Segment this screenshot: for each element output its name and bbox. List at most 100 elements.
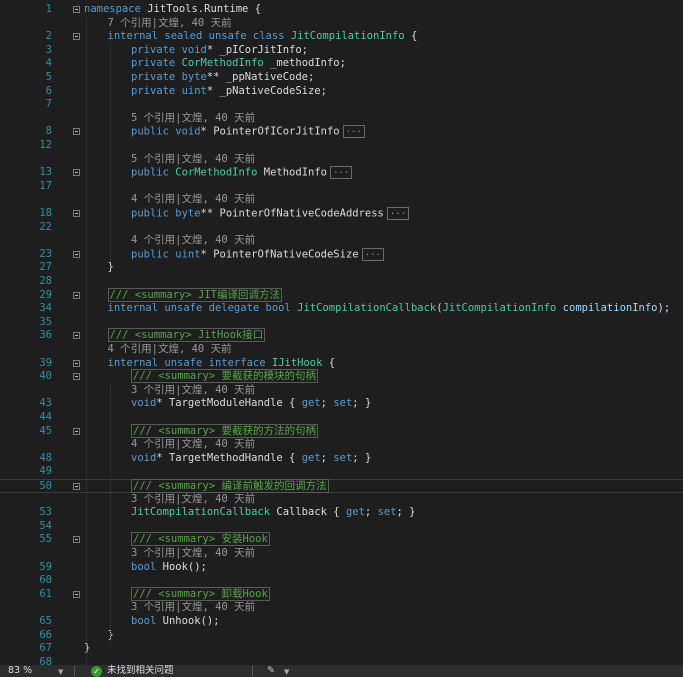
code-token: compilationInfo	[556, 302, 658, 315]
fold-toggle-icon[interactable]	[73, 6, 80, 13]
fold-toggle-icon[interactable]	[73, 373, 80, 381]
collapsed-region-button[interactable]: ...	[330, 166, 353, 180]
fold-toggle-icon[interactable]	[73, 483, 80, 490]
fold-toggle-icon[interactable]	[73, 332, 80, 340]
collapsed-doc-comment[interactable]: /// <summary> JitHook接口	[107, 328, 266, 343]
fold-toggle-icon[interactable]	[73, 128, 80, 136]
codelens-text[interactable]: 4 个引用|文煌, 40 天前	[131, 438, 255, 452]
codelens-row[interactable]: 3 个引用|文煌, 40 天前	[0, 493, 683, 507]
code-token: bool	[131, 615, 157, 627]
code-token: internal sealed unsafe class	[107, 30, 291, 43]
codelens-text[interactable]: 4 个引用|文煌, 40 天前	[131, 234, 255, 248]
codelens-row[interactable]: 7 个引用|文煌, 40 天前	[0, 17, 683, 31]
codelens-text[interactable]: 4 个引用|文煌, 40 天前	[131, 193, 255, 207]
codelens-row[interactable]: 4 个引用|文煌, 40 天前	[0, 438, 683, 452]
code-line[interactable]: 18 public byte** PointerOfNativeCodeAddre…	[0, 207, 683, 221]
fold-toggle-icon[interactable]	[73, 427, 80, 435]
code-line[interactable]: 2 internal sealed unsafe class JitCompila…	[0, 30, 683, 44]
collapsed-doc-comment[interactable]: /// <summary> 卸载Hook	[131, 586, 270, 601]
code-line[interactable]: 3 private void* _pICorJitInfo;	[0, 44, 683, 58]
fold-toggle-icon[interactable]	[73, 210, 80, 217]
fold-toggle-icon[interactable]	[73, 33, 80, 41]
codelens-text[interactable]: 5 个引用|文煌, 40 天前	[131, 112, 255, 126]
code-text: }	[108, 629, 114, 643]
code-line[interactable]: 60	[0, 574, 683, 588]
code-line[interactable]: 61 /// <summary> 卸载Hook	[0, 586, 683, 602]
code-line[interactable]: 49	[0, 465, 683, 479]
code-token: ** _ppNativeCode;	[206, 71, 315, 83]
code-line[interactable]: 7	[0, 98, 683, 112]
issues-status[interactable]: 未找到相关问题	[107, 665, 174, 677]
codelens-row[interactable]: 4 个引用|文煌, 40 天前	[0, 234, 683, 248]
code-line[interactable]: 13 public CorMethodInfo MethodInfo...	[0, 166, 683, 180]
code-line[interactable]: 12	[0, 139, 683, 153]
code-line[interactable]: 65 bool Unhook();	[0, 615, 683, 629]
code-cleanup-brush-icon[interactable]: ✎	[267, 665, 275, 676]
collapsed-doc-comment[interactable]: /// <summary> JIT编译回调方法	[107, 287, 282, 302]
code-line[interactable]: 68	[0, 656, 683, 665]
code-line[interactable]: 48 void* TargetMethodHandle { get; set; }	[0, 452, 683, 466]
code-line[interactable]: 5 private byte** _ppNativeCode;	[0, 71, 683, 85]
code-text: internal unsafe interface IJitHook {	[108, 357, 336, 371]
codelens-row[interactable]: 4 个引用|文煌, 40 天前	[0, 193, 683, 207]
codelens-text[interactable]: 3 个引用|文煌, 40 天前	[131, 601, 255, 615]
fold-toggle-icon[interactable]	[73, 359, 80, 367]
code-text: }	[84, 642, 90, 656]
fold-toggle-icon[interactable]	[73, 536, 80, 544]
zoom-dropdown-icon[interactable]: ▼	[58, 668, 63, 676]
code-line[interactable]: 8 public void* PointerOfICorJitInfo...	[0, 125, 683, 139]
codelens-text[interactable]: 3 个引用|文煌, 40 天前	[131, 547, 255, 561]
collapsed-doc-comment[interactable]: /// <summary> 安装Hook	[131, 532, 270, 547]
collapsed-region-button[interactable]: ...	[386, 207, 410, 220]
codelens-text[interactable]: 3 个引用|文煌, 40 天前	[131, 493, 255, 507]
code-line[interactable]: 17	[0, 180, 683, 194]
codelens-row[interactable]: 4 个引用|文煌, 40 天前	[0, 343, 683, 357]
codelens-row[interactable]: 3 个引用|文煌, 40 天前	[0, 547, 683, 561]
code-line[interactable]: 29 /// <summary> JIT编译回调方法	[0, 287, 683, 303]
code-text: public byte** PointerOfNativeCodeAddress…	[131, 207, 410, 221]
codelens-text[interactable]: 5 个引用|文煌, 40 天前	[131, 153, 255, 167]
code-line[interactable]: 35	[0, 316, 683, 330]
collapsed-doc-comment[interactable]: /// <summary> 要截获的模块的句柄	[131, 369, 319, 384]
collapsed-region-button[interactable]: ...	[342, 125, 365, 139]
codelens-text[interactable]: 4 个引用|文煌, 40 天前	[108, 343, 232, 357]
code-line[interactable]: 4 private CorMethodInfo _methodInfo;	[0, 57, 683, 71]
codelens-row[interactable]: 3 个引用|文煌, 40 天前	[0, 384, 683, 398]
line-number: 68	[39, 655, 52, 665]
code-line[interactable]: 45 /// <summary> 要截获的方法的句柄	[0, 423, 683, 439]
code-line[interactable]: 53 JitCompilationCallback Callback { get;…	[0, 506, 683, 520]
code-line[interactable]: 59 bool Hook();	[0, 561, 683, 575]
codelens-text[interactable]: 3 个引用|文煌, 40 天前	[131, 384, 255, 398]
code-line[interactable]: 66}	[0, 629, 683, 643]
code-line[interactable]: 39 internal unsafe interface IJitHook {	[0, 357, 683, 371]
codelens-row[interactable]: 5 个引用|文煌, 40 天前	[0, 112, 683, 126]
code-line[interactable]: 36 /// <summary> JitHook接口	[0, 328, 683, 343]
codelens-text[interactable]: 7 个引用|文煌, 40 天前	[108, 17, 232, 31]
codelens-row[interactable]: 5 个引用|文煌, 40 天前	[0, 153, 683, 167]
chevron-down-icon[interactable]: ▼	[284, 668, 289, 676]
code-line[interactable]: 50 /// <summary> 编译前触发的回调方法	[0, 479, 683, 493]
code-line[interactable]: 55 /// <summary> 安装Hook	[0, 532, 683, 547]
code-line[interactable]: 6 private uint* _pNativeCodeSize;	[0, 85, 683, 99]
code-line[interactable]: 44	[0, 411, 683, 425]
code-editor[interactable]: 1 namespace JitTools.Runtime {7 个引用|文煌, 4…	[0, 0, 683, 665]
collapsed-doc-comment[interactable]: /// <summary> 要截获的方法的句柄	[131, 423, 319, 438]
collapsed-doc-comment[interactable]: /// <summary> 编译前触发的回调方法	[131, 479, 329, 493]
code-line[interactable]: 54	[0, 520, 683, 534]
fold-toggle-icon[interactable]	[73, 291, 80, 299]
code-line[interactable]: 43 void* TargetModuleHandle { get; set; }	[0, 397, 683, 411]
code-line[interactable]: 34 internal unsafe delegate bool JitCompi…	[0, 302, 683, 316]
fold-toggle-icon[interactable]	[73, 250, 80, 258]
collapsed-region-button[interactable]: ...	[361, 247, 384, 261]
fold-toggle-icon[interactable]	[73, 590, 80, 598]
zoom-level[interactable]: 83 %	[8, 665, 32, 677]
code-line[interactable]: 40 /// <summary> 要截获的模块的句柄	[0, 369, 683, 384]
code-line[interactable]: 22	[0, 221, 683, 235]
code-line[interactable]: 28	[0, 275, 683, 289]
fold-toggle-icon[interactable]	[73, 169, 80, 177]
code-line[interactable]: 23 public uint* PointerOfNativeCodeSize..…	[0, 247, 683, 262]
code-line[interactable]: 1 namespace JitTools.Runtime {	[0, 3, 683, 17]
code-line[interactable]: 27}	[0, 261, 683, 275]
code-line[interactable]: 67}	[0, 642, 683, 656]
codelens-row[interactable]: 3 个引用|文煌, 40 天前	[0, 601, 683, 615]
